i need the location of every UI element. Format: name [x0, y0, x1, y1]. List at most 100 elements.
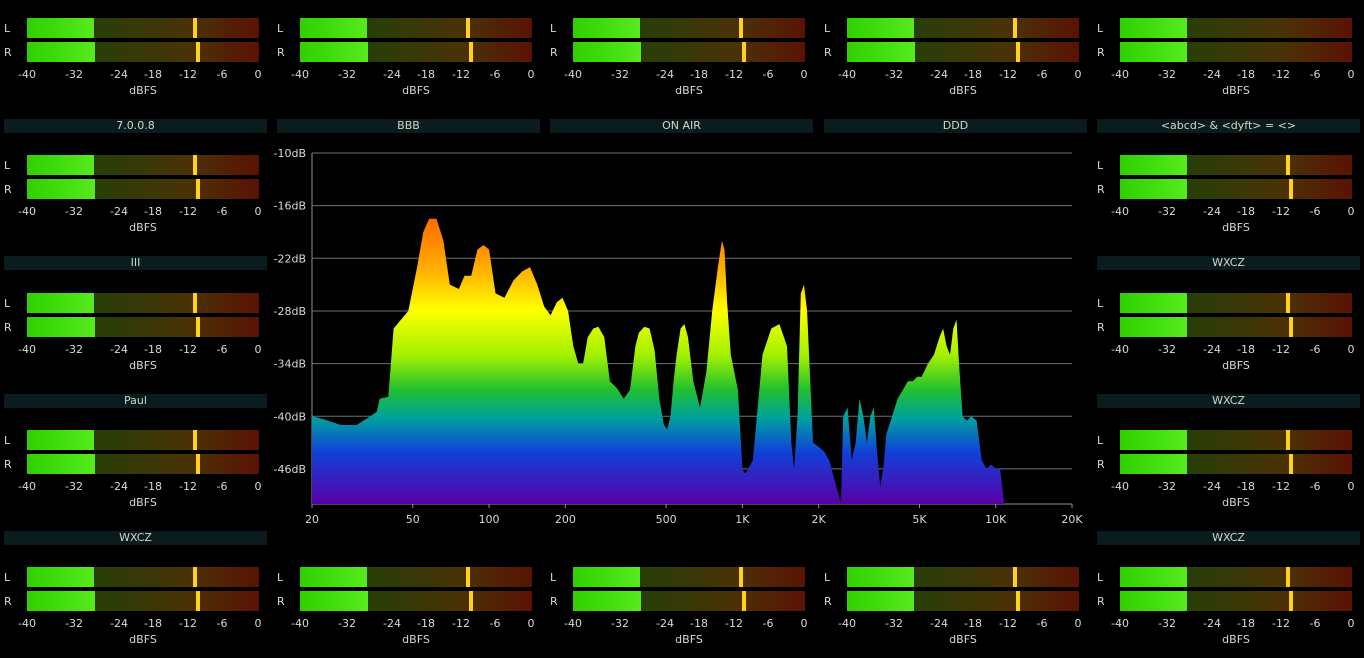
peak-indicator: [192, 430, 197, 450]
meter-tick-label: -18: [144, 343, 162, 356]
meter-tick-label: -40: [1111, 68, 1129, 81]
y-tick-label: -34dB: [274, 358, 307, 371]
level-meter-12: L R -40 -32 -24 -18 -12 -6 0 dBFS: [4, 567, 266, 647]
peak-indicator: [1012, 567, 1017, 587]
meter-bar-l: [27, 430, 259, 450]
x-tick-label: 20: [305, 513, 319, 526]
level-meter-5: L R -40 -32 -24 -18 -12 -6 0 dBFS: [1097, 18, 1359, 98]
meter-bar-r: [27, 42, 259, 62]
meter-tick-label: 0: [1347, 617, 1355, 630]
meter-tick-label: -12: [725, 68, 743, 81]
peak-indicator: [742, 42, 747, 62]
meter-bar-r: [300, 42, 532, 62]
meter-unit-label: dBFS: [1222, 359, 1250, 372]
meter-bar-l: [300, 567, 532, 587]
meter-unit-label: dBFS: [675, 633, 703, 646]
meter-level-fill: [573, 567, 640, 587]
meter-tick-label: -12: [1272, 617, 1290, 630]
peak-indicator: [1289, 454, 1294, 474]
meter-tick-label: -24: [110, 480, 128, 493]
meter-tick-label: -6: [1309, 480, 1321, 493]
peak-indicator: [1012, 18, 1017, 38]
channel-label-l: L: [550, 22, 557, 35]
meter-unit-label: dBFS: [949, 633, 977, 646]
meter-level-fill: [27, 18, 94, 38]
meter-scale: -40 -32 -24 -18 -12 -6 0: [1111, 617, 1355, 631]
x-tick-label: 20K: [1061, 513, 1083, 526]
level-meter-4: L R -40 -32 -24 -18 -12 -6 0 dBFS: [824, 18, 1086, 98]
meter-tick-label: 0: [254, 617, 262, 630]
meter-tick-label: -32: [65, 480, 83, 493]
meter-level-fill: [27, 591, 96, 611]
meter-unit-label: dBFS: [129, 496, 157, 509]
meter-tick-label: -18: [144, 205, 162, 218]
meter-scale: -40 -32 -24 -18 -12 -6 0: [1111, 68, 1355, 82]
meter-level-fill: [27, 155, 94, 175]
meter-tick-label: -6: [762, 617, 774, 630]
meter-tick-label: 0: [254, 343, 262, 356]
meter-tick-label: -24: [110, 343, 128, 356]
top-label-2: BBB: [277, 119, 540, 133]
meter-tick-label: 0: [1347, 68, 1355, 81]
peak-indicator: [192, 293, 197, 313]
meter-tick-label: -24: [1203, 205, 1221, 218]
meter-tick-label: -12: [179, 617, 197, 630]
peak-indicator: [196, 591, 201, 611]
channel-label-l: L: [1097, 159, 1104, 172]
channel-label-r: R: [1097, 458, 1105, 471]
meter-bar-r: [27, 317, 259, 337]
meter-tick-label: -32: [338, 617, 356, 630]
meter-level-fill: [573, 42, 642, 62]
level-meter-3: L R -40 -32 -24 -18 -12 -6 0 dBFS: [550, 18, 812, 98]
meter-bar-r: [27, 591, 259, 611]
meter-unit-label: dBFS: [129, 84, 157, 97]
meter-tick-label: -40: [564, 68, 582, 81]
meter-tick-label: -32: [885, 68, 903, 81]
peak-indicator: [469, 42, 474, 62]
channel-label-r: R: [4, 595, 12, 608]
meter-unit-label: dBFS: [129, 359, 157, 372]
left-label-3: WXCZ: [4, 531, 267, 545]
meter-scale: -40 -32 -24 -18 -12 -6 0: [564, 617, 807, 631]
peak-indicator: [1289, 317, 1294, 337]
meter-tick-label: -18: [964, 68, 982, 81]
top-label-5: <abcd> & <dyft> = <>: [1097, 119, 1360, 133]
channel-label-r: R: [824, 595, 832, 608]
meter-tick-label: -18: [144, 68, 162, 81]
meter-tick-label: -12: [452, 617, 470, 630]
meter-tick-label: -6: [489, 68, 501, 81]
meter-tick-label: -40: [18, 480, 36, 493]
meter-tick-label: 0: [254, 205, 262, 218]
meter-bar-l: [1120, 18, 1352, 38]
meter-bar-r: [27, 179, 259, 199]
meter-unit-label: dBFS: [1222, 496, 1250, 509]
channel-label-l: L: [277, 571, 284, 584]
meter-tick-label: -18: [1237, 617, 1255, 630]
meter-scale: -40 -32 -24 -18 -12 -6 0: [1111, 343, 1354, 357]
level-meter-16: L R -40 -32 -24 -18 -12 -6 0 dBFS: [1097, 567, 1359, 647]
meter-scale: -40 -32 -24 -18 -12 -6 0: [18, 480, 261, 494]
meter-tick-label: 0: [1347, 205, 1355, 218]
channel-label-l: L: [1097, 571, 1104, 584]
meter-scale: -40 -32 -24 -18 -12 -6 0: [18, 617, 262, 631]
meter-level-fill: [27, 179, 96, 199]
meter-bar-l: [27, 293, 259, 313]
meter-tick-label: -6: [1036, 617, 1048, 630]
meter-bar-l: [1120, 567, 1352, 587]
peak-indicator: [196, 317, 201, 337]
meter-bar-r: [1120, 591, 1352, 611]
meter-tick-label: -40: [291, 68, 309, 81]
peak-indicator: [192, 18, 197, 38]
right-label-2: WXCZ: [1097, 394, 1360, 408]
meter-tick-label: -18: [144, 617, 162, 630]
meter-level-fill: [847, 42, 916, 62]
meter-tick-label: 0: [1347, 480, 1355, 493]
meter-tick-label: -18: [417, 617, 435, 630]
meter-tick-label: -6: [1036, 68, 1048, 81]
meter-tick-label: -40: [1111, 205, 1129, 218]
level-meter-7: L R -40 -32 -24 -18 -12 -6 0 dBFS: [1097, 155, 1359, 235]
channel-label-r: R: [1097, 321, 1105, 334]
meter-tick-label: -32: [885, 617, 903, 630]
meter-bar-l: [300, 18, 532, 38]
peak-indicator: [196, 454, 201, 474]
